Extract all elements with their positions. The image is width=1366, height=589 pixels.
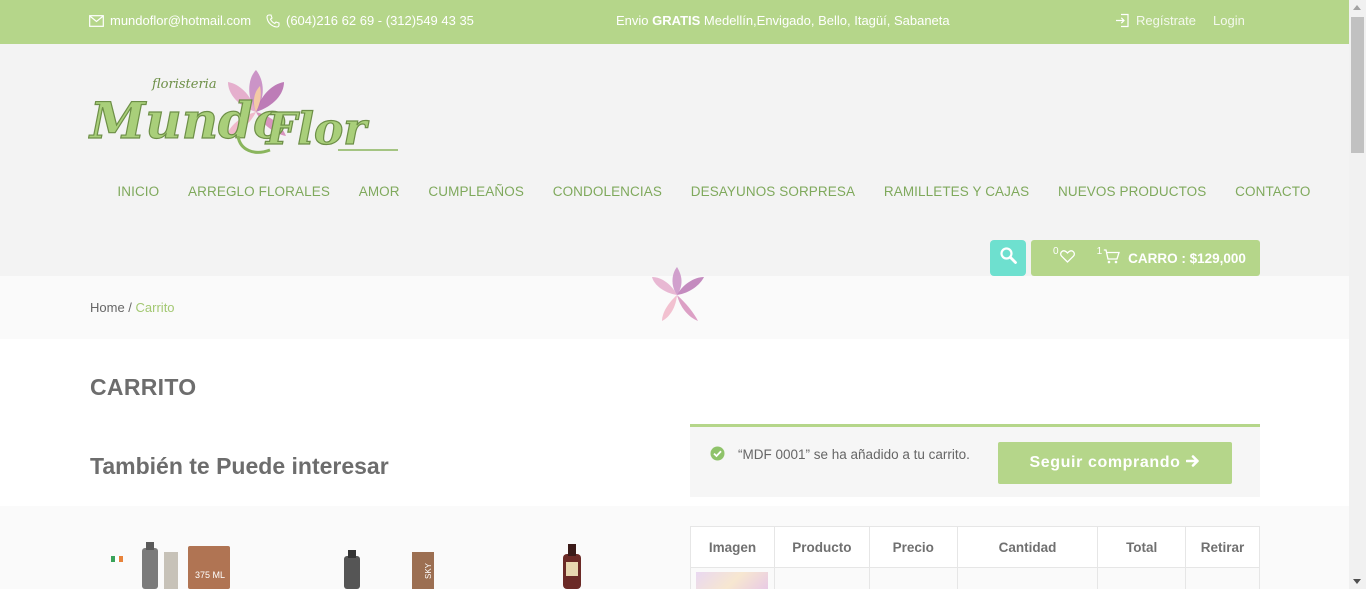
page-scrollbar[interactable] — [1349, 0, 1366, 589]
cart-item-image-cell[interactable] — [690, 567, 775, 589]
heart-icon — [1059, 250, 1075, 266]
login-label: Login — [1213, 13, 1245, 28]
cart-item-product-cell — [773, 567, 870, 589]
nav-item-nuevos-productos[interactable]: NUEVOS PRODUCTOS — [1044, 184, 1221, 199]
top-bar: mundoflor@hotmail.com (604)216 62 69 - (… — [0, 0, 1349, 44]
cart-item-remove-cell — [1185, 567, 1260, 589]
breadcrumb-current: Carrito — [135, 300, 175, 315]
notice-message: “MDF 0001” se ha añadido a tu carrito. — [738, 447, 970, 462]
envelope-icon — [89, 14, 104, 27]
nav-item-cumpleanos[interactable]: CUMPLEAÑOS — [414, 184, 538, 199]
table-row — [690, 567, 1260, 589]
cart-button[interactable]: 0 1 CARRO : $129,000 — [1031, 240, 1260, 276]
related-product-2[interactable]: SKY — [330, 540, 440, 589]
register-link[interactable]: Regístrate — [1115, 13, 1196, 28]
nav-item-arreglo-florales[interactable]: ARREGLO FLORALES — [174, 184, 345, 199]
cart-item-quantity-cell — [956, 567, 1099, 589]
shipping-free-label: GRATIS — [652, 13, 701, 28]
search-icon — [999, 247, 1017, 269]
continue-shopping-button[interactable]: Seguir comprando — [998, 442, 1232, 484]
phone-text: (604)216 62 69 - (312)549 43 35 — [286, 13, 474, 28]
product-badge: SKY — [424, 562, 433, 579]
cart-notice: “MDF 0001” se ha añadido a tu carrito. S… — [690, 424, 1260, 497]
site-header: Mundo Flor floristeria INICIO ARREGLO FL… — [0, 44, 1349, 276]
shipping-banner: Envio GRATIS Medellín,Envigado, Bello, I… — [616, 13, 950, 28]
column-header-imagen: Imagen — [690, 526, 775, 568]
breadcrumb: Home / Carrito — [90, 300, 175, 315]
scroll-up-icon[interactable] — [1353, 5, 1361, 10]
scroll-down-icon[interactable] — [1353, 579, 1361, 584]
column-header-cantidad: Cantidad — [956, 526, 1099, 568]
product-badge: 375 ML — [195, 570, 225, 580]
cart-count: 1 — [1096, 245, 1103, 257]
column-header-retirar: Retirar — [1185, 526, 1260, 568]
email-text: mundoflor@hotmail.com — [110, 13, 252, 28]
cart-table-header: Imagen Producto Precio Cantidad Total Re… — [690, 526, 1260, 568]
cart-item-price-cell — [868, 567, 958, 589]
site-logo[interactable]: Mundo Flor floristeria — [87, 66, 400, 161]
cart-total-label: CARRO : $129,000 — [1128, 250, 1246, 266]
login-link[interactable]: Login — [1213, 13, 1245, 28]
nav-item-inicio[interactable]: INICIO — [103, 184, 174, 199]
search-button[interactable] — [990, 240, 1026, 276]
phone-contact[interactable]: (604)216 62 69 - (312)549 43 35 — [266, 13, 474, 28]
cart-icon — [1103, 249, 1121, 267]
column-header-precio: Precio — [868, 526, 958, 568]
related-products-title: También te Puede interesar — [90, 453, 389, 479]
svg-text:Flor: Flor — [264, 104, 369, 155]
cart-item-thumbnail[interactable] — [696, 571, 769, 589]
product-image: SKY — [344, 550, 434, 589]
arrow-right-icon — [1186, 454, 1200, 473]
cart-table: Imagen Producto Precio Cantidad Total Re… — [690, 526, 1260, 589]
nav-item-condolencias[interactable]: CONDOLENCIAS — [538, 184, 676, 199]
shipping-prefix: Envio — [616, 13, 653, 28]
sign-in-icon — [1115, 13, 1130, 28]
register-label: Regístrate — [1136, 13, 1196, 28]
nav-item-contacto[interactable]: CONTACTO — [1221, 184, 1325, 199]
page-title: CARRITO — [90, 374, 197, 400]
product-image — [563, 544, 581, 589]
related-product-1[interactable]: 375 ML — [108, 540, 232, 589]
svg-text:floristeria: floristeria — [151, 77, 217, 92]
cart-item-total-cell — [1097, 567, 1187, 589]
main-nav: INICIO ARREGLO FLORALES AMOR CUMPLEAÑOS … — [103, 184, 1325, 199]
svg-text:Mundo: Mundo — [88, 91, 286, 150]
continue-shopping-label: Seguir comprando — [1029, 454, 1181, 471]
nav-item-amor[interactable]: AMOR — [344, 184, 414, 199]
breadcrumb-separator: / — [124, 300, 136, 315]
wishlist-count: 0 — [1053, 245, 1059, 257]
phone-icon — [266, 13, 280, 28]
nav-item-desayunos-sorpresa[interactable]: DESAYUNOS SORPRESA — [676, 184, 869, 199]
logo-graphic: Mundo Flor floristeria — [87, 70, 398, 156]
related-product-3[interactable] — [513, 540, 637, 589]
column-header-total: Total — [1097, 526, 1187, 568]
scrollbar-thumb[interactable] — [1351, 17, 1364, 153]
product-image: 375 ML — [111, 542, 230, 589]
check-circle-icon — [710, 446, 725, 466]
shipping-cities: Medellín,Envigado, Bello, Itagüí, Sabane… — [700, 13, 950, 28]
nav-item-ramilletes-y-cajas[interactable]: RAMILLETES Y CAJAS — [869, 184, 1043, 199]
email-contact[interactable]: mundoflor@hotmail.com — [89, 13, 251, 28]
decorative-flower-icon — [644, 265, 710, 325]
column-header-producto: Producto — [773, 526, 870, 568]
breadcrumb-home[interactable]: Home — [90, 300, 125, 315]
